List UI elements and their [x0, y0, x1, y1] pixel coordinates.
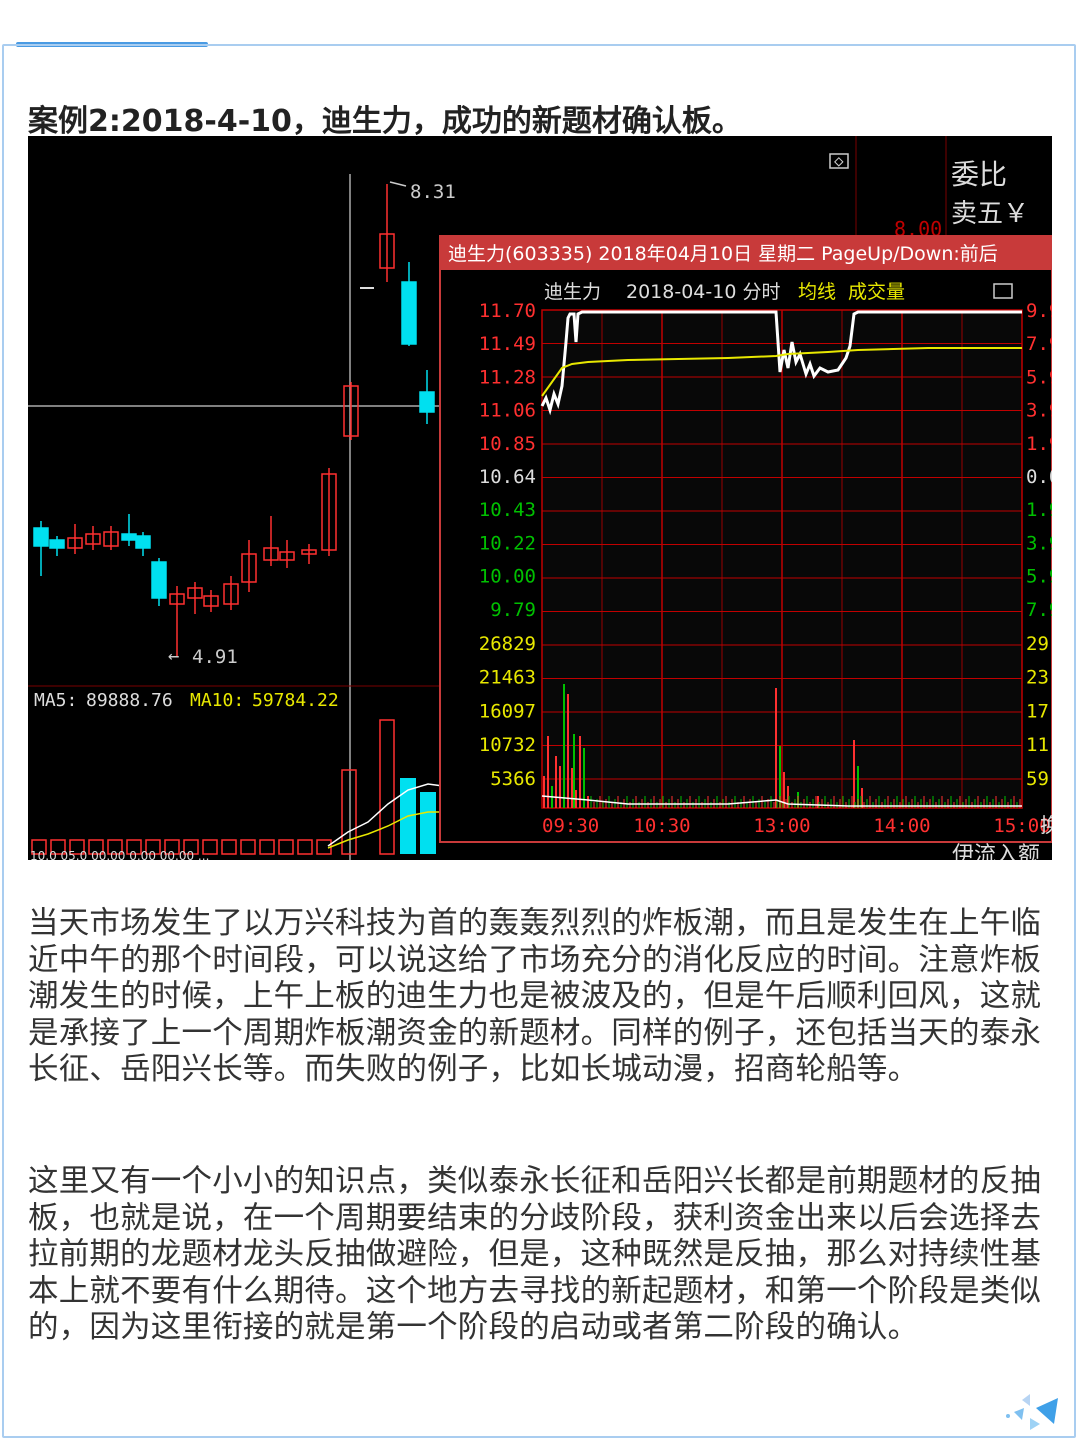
candle-body [401, 281, 417, 345]
volume-tick: 26829 [479, 633, 536, 655]
price-tick: 11.06 [479, 400, 536, 422]
volume-right-tick: 17 [1026, 700, 1049, 722]
volume-tick: 21463 [479, 667, 536, 689]
candle-body [49, 539, 65, 549]
price-tick: 10.64 [479, 466, 536, 488]
popup-right-edge-char: 换 [1040, 813, 1052, 837]
percent-tick: 5.9 [1026, 366, 1052, 388]
candle-body [33, 527, 49, 547]
bottom-partial-row: 10.0 05.0 00.00 0.00 00.00 ... [30, 849, 209, 860]
percent-tick: 3.9 [1026, 532, 1052, 554]
time-tick: 09:30 [542, 815, 599, 837]
stock-screenshot: ◇ 委比 卖五￥ 8.00 8.31 ← 4.91 MA5: 89888.76 … [28, 136, 1052, 860]
price-tick: 10.43 [479, 499, 536, 521]
volume-right-tick: 29 [1026, 633, 1049, 655]
time-tick: 13:00 [753, 815, 810, 837]
popup-title: 迪生力(603335) 2018年04月10日 星期二 PageUp/Down:… [448, 243, 998, 265]
price-tick: 9.79 [490, 599, 536, 621]
percent-tick: 3.9 [1026, 400, 1052, 422]
case-heading: 案例2:2018-4-10，迪生力，成功的新题材确认板。 [28, 104, 742, 139]
stock-chart-svg: ◇ 委比 卖五￥ 8.00 8.31 ← 4.91 MA5: 89888.76 … [28, 136, 1052, 860]
candle-body [151, 561, 167, 599]
percent-tick: 5.9 [1026, 566, 1052, 588]
ma5-value: 89888.76 [86, 690, 173, 711]
percent-tick: 1.9 [1026, 433, 1052, 455]
volume-tick: 16097 [479, 700, 536, 722]
price-tick: 11.70 [479, 300, 536, 322]
ma10-value: 59784.22 [252, 690, 339, 711]
percent-tick: 7.9 [1026, 599, 1052, 621]
price-tick: 11.49 [479, 333, 536, 355]
time-tick: 14:00 [873, 815, 930, 837]
percent-tick: 9.9 [1026, 300, 1052, 322]
volume-right-tick: 59 [1026, 768, 1049, 790]
volume-right-tick: 23 [1026, 667, 1049, 689]
time-tick: 10:30 [633, 815, 690, 837]
side-weibi: 委比 [951, 158, 1007, 191]
ma5-label: MA5: [34, 690, 77, 711]
price-tick: 10.00 [479, 566, 536, 588]
candle-body [419, 391, 435, 413]
popup-chart-date: 2018-04-10 分时 [626, 281, 780, 303]
percent-tick: 0.0 [1026, 466, 1052, 488]
ma10-label: MA10: [190, 690, 244, 711]
percent-tick: 7.9 [1026, 333, 1052, 355]
volume-tick: 5366 [490, 768, 536, 790]
percent-tick: 1.9 [1026, 499, 1052, 521]
volume-tick: 10732 [479, 734, 536, 756]
volume-bar [420, 792, 436, 854]
price-tick: 10.85 [479, 433, 536, 455]
kline-low-label: 4.91 [192, 646, 238, 668]
bottom-partial-label: 伊流入额 [952, 843, 1040, 860]
corner-decoration-icon [1006, 1394, 1058, 1430]
paragraph-2: 这里又有一个小小的知识点，类似泰永长征和岳阳兴长都是前期题材的反抽板，也就是说，… [28, 1164, 1042, 1345]
price-tick: 10.22 [479, 532, 536, 554]
popup-stock-name: 迪生力 [544, 281, 601, 303]
candle-body [135, 535, 151, 549]
price-tick: 11.28 [479, 366, 536, 388]
side-maiwu: 卖五￥ [951, 199, 1029, 229]
intraday-popup[interactable]: 迪生力(603335) 2018年04月10日 星期二 PageUp/Down:… [439, 235, 1052, 843]
kline-low-arrow: ← [168, 645, 179, 667]
volume-right-tick: 11 [1026, 734, 1049, 756]
candle-body [121, 533, 137, 541]
popup-volume-label: 成交量 [848, 281, 905, 303]
paragraph-1: 当天市场发生了以万兴科技为首的轰轰烈烈的炸板潮，而且是发生在上午临近中午的那个时… [28, 906, 1042, 1087]
kline-high-label: 8.31 [410, 181, 456, 203]
popup-avg-label: 均线 [798, 281, 836, 303]
